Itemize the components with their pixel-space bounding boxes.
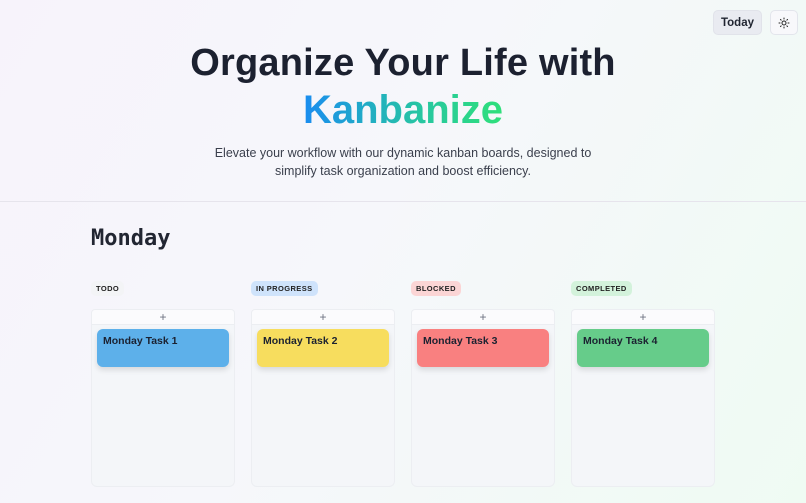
tagline-line-1: Elevate your workflow with our dynamic k… [214,146,592,160]
column-label-completed: COMPLETED [571,281,632,296]
sun-icon [778,17,790,28]
kanban-board: Monday TODO + Monday Task 1 IN PROGRESS … [91,226,715,487]
day-title: Monday [91,226,171,251]
today-button[interactable]: Today [712,10,762,35]
add-task-button-in-progress[interactable]: + [251,309,395,325]
lane-todo: Monday Task 1 [91,325,235,487]
lane-completed: Monday Task 4 [571,325,715,487]
tagline-line-2: simplify task organization and boost eff… [275,164,531,178]
lane-blocked: Monday Task 3 [411,325,555,487]
hero-tagline: Elevate your workflow with our dynamic k… [0,144,806,180]
column-label-todo: TODO [91,281,125,296]
theme-toggle-button[interactable] [770,10,798,35]
task-card[interactable]: Monday Task 4 [577,329,709,367]
task-card[interactable]: Monday Task 3 [417,329,549,367]
top-toolbar: Today [712,10,798,35]
column-label-blocked: BLOCKED [411,281,461,296]
kanban-columns: TODO + Monday Task 1 IN PROGRESS + Monda… [91,278,715,487]
lane-in-progress: Monday Task 2 [251,325,395,487]
add-task-button-todo[interactable]: + [91,309,235,325]
brand-name: Kanbanize [302,88,504,132]
column-in-progress: IN PROGRESS + Monday Task 2 [251,278,395,487]
column-blocked: BLOCKED + Monday Task 3 [411,278,555,487]
add-task-button-blocked[interactable]: + [411,309,555,325]
task-card[interactable]: Monday Task 1 [97,329,229,367]
column-todo: TODO + Monday Task 1 [91,278,235,487]
hero-title: Organize Your Life with [190,42,616,84]
column-label-in-progress: IN PROGRESS [251,281,318,296]
add-task-button-completed[interactable]: + [571,309,715,325]
task-card[interactable]: Monday Task 2 [257,329,389,367]
hero-section: Organize Your Life with Kanbanize Elevat… [0,0,806,202]
column-completed: COMPLETED + Monday Task 4 [571,278,715,487]
